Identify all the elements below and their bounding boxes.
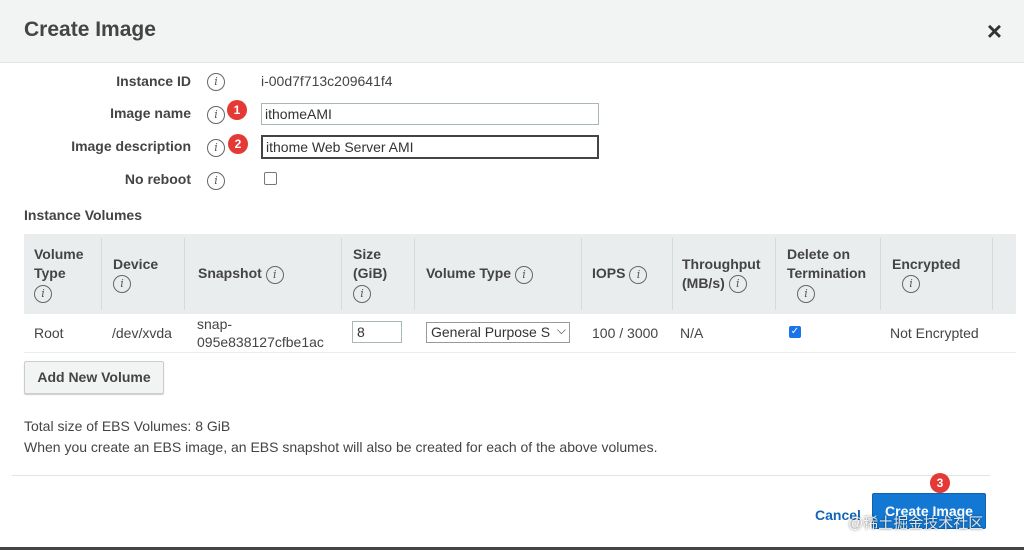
- cell-device: /dev/xvda: [112, 325, 172, 341]
- step-badge-2: 2: [228, 134, 248, 154]
- no-reboot-row: No reboot i: [0, 166, 700, 194]
- footer-divider: [12, 475, 990, 476]
- cell-volume-type: Root: [34, 325, 64, 341]
- chevron-down-icon: ⌵: [554, 323, 566, 338]
- instance-id-label: Instance ID: [116, 73, 191, 89]
- image-description-row: Image description i 2: [0, 133, 700, 161]
- col-volume-type[interactable]: Volume Type i: [24, 234, 100, 314]
- cell-iops: 100 / 3000: [592, 325, 659, 341]
- info-icon[interactable]: i: [34, 284, 52, 303]
- volume-type-select[interactable]: General Purpose S ⌵: [426, 322, 570, 343]
- image-description-input[interactable]: [261, 135, 599, 159]
- table-header: Volume Type i Device i Snapshot i Size (G…: [24, 234, 1016, 314]
- size-input[interactable]: [352, 321, 402, 343]
- col-label: Encrypted: [892, 255, 961, 272]
- col-encrypted[interactable]: Encrypted i: [882, 234, 992, 314]
- instance-volumes-title: Instance Volumes: [24, 207, 143, 223]
- col-label: Size: [353, 246, 382, 263]
- info-icon[interactable]: i: [797, 284, 815, 303]
- add-new-volume-button[interactable]: Add New Volume: [24, 361, 164, 394]
- info-icon[interactable]: i: [207, 139, 225, 157]
- watermark-text: @稀土掘金技术社区: [848, 515, 984, 532]
- step-badge-3: 3: [930, 473, 950, 493]
- col-iops[interactable]: IOPS i: [582, 234, 672, 314]
- info-icon[interactable]: i: [265, 265, 284, 284]
- col-device[interactable]: Device i: [103, 234, 183, 314]
- info-icon[interactable]: i: [207, 172, 225, 190]
- no-reboot-label: No reboot: [124, 171, 191, 187]
- column-divider: [341, 238, 342, 310]
- col-label: Termination: [787, 265, 867, 282]
- image-name-input[interactable]: [261, 103, 599, 125]
- delete-on-termination-checkbox[interactable]: ✓: [789, 326, 801, 338]
- instance-id-row: Instance ID i i-00d7f713c209641f4: [0, 68, 700, 96]
- total-size-text: Total size of EBS Volumes: 8 GiB: [24, 418, 231, 434]
- col-label: Volume: [34, 246, 84, 263]
- cell-encrypted: Not Encrypted: [890, 325, 979, 341]
- col-label: Volume Type: [426, 265, 512, 282]
- column-divider: [414, 238, 415, 310]
- cell-throughput: N/A: [680, 325, 704, 341]
- col-size[interactable]: Size (GiB) i: [343, 234, 413, 314]
- info-icon[interactable]: i: [353, 284, 371, 303]
- close-icon[interactable]: ×: [987, 18, 1002, 44]
- col-label: Type: [34, 265, 66, 282]
- no-reboot-checkbox[interactable]: [264, 172, 277, 185]
- info-icon[interactable]: i: [629, 265, 648, 284]
- col-label: Device: [113, 255, 159, 272]
- column-divider: [775, 238, 776, 310]
- col-label: (GiB): [353, 265, 388, 282]
- col-delete-on-termination[interactable]: Delete on Termination i: [777, 234, 879, 314]
- col-label: Snapshot: [198, 265, 262, 282]
- info-icon[interactable]: i: [515, 265, 534, 284]
- col-label: Throughput: [682, 255, 761, 272]
- cell-snapshot-line2: 095e838127cfbe1ac: [197, 334, 324, 350]
- col-ebs-volume-type[interactable]: Volume Type i: [416, 234, 581, 314]
- column-divider: [880, 238, 881, 310]
- column-divider: [101, 238, 102, 310]
- snapshot-note-text: When you create an EBS image, an EBS sna…: [24, 439, 658, 455]
- col-label: (MB/s): [682, 274, 725, 291]
- info-icon[interactable]: i: [113, 275, 131, 294]
- instance-id-value: i-00d7f713c209641f4: [261, 73, 393, 89]
- column-divider: [184, 238, 185, 310]
- step-badge-1: 1: [227, 100, 247, 120]
- image-name-label: Image name: [110, 105, 191, 121]
- info-icon[interactable]: i: [902, 275, 920, 294]
- info-icon[interactable]: i: [207, 73, 225, 91]
- info-icon[interactable]: i: [207, 106, 225, 124]
- image-name-row: Image name i 1: [0, 100, 700, 128]
- col-label: IOPS: [592, 265, 626, 282]
- volume-type-selected: General Purpose S: [431, 324, 551, 340]
- dialog-header: Create Image ×: [0, 0, 1024, 63]
- col-snapshot[interactable]: Snapshot i: [188, 234, 340, 314]
- col-label: Delete on: [787, 246, 851, 263]
- info-icon[interactable]: i: [728, 275, 747, 294]
- col-throughput[interactable]: Throughput (MB/s) i: [672, 234, 775, 314]
- image-description-label: Image description: [71, 138, 191, 154]
- cell-snapshot-line1: snap-: [197, 316, 233, 332]
- column-divider: [992, 238, 993, 310]
- dialog-title: Create Image: [24, 18, 156, 41]
- table-row: Root /dev/xvda snap- 095e838127cfbe1ac G…: [24, 314, 1016, 353]
